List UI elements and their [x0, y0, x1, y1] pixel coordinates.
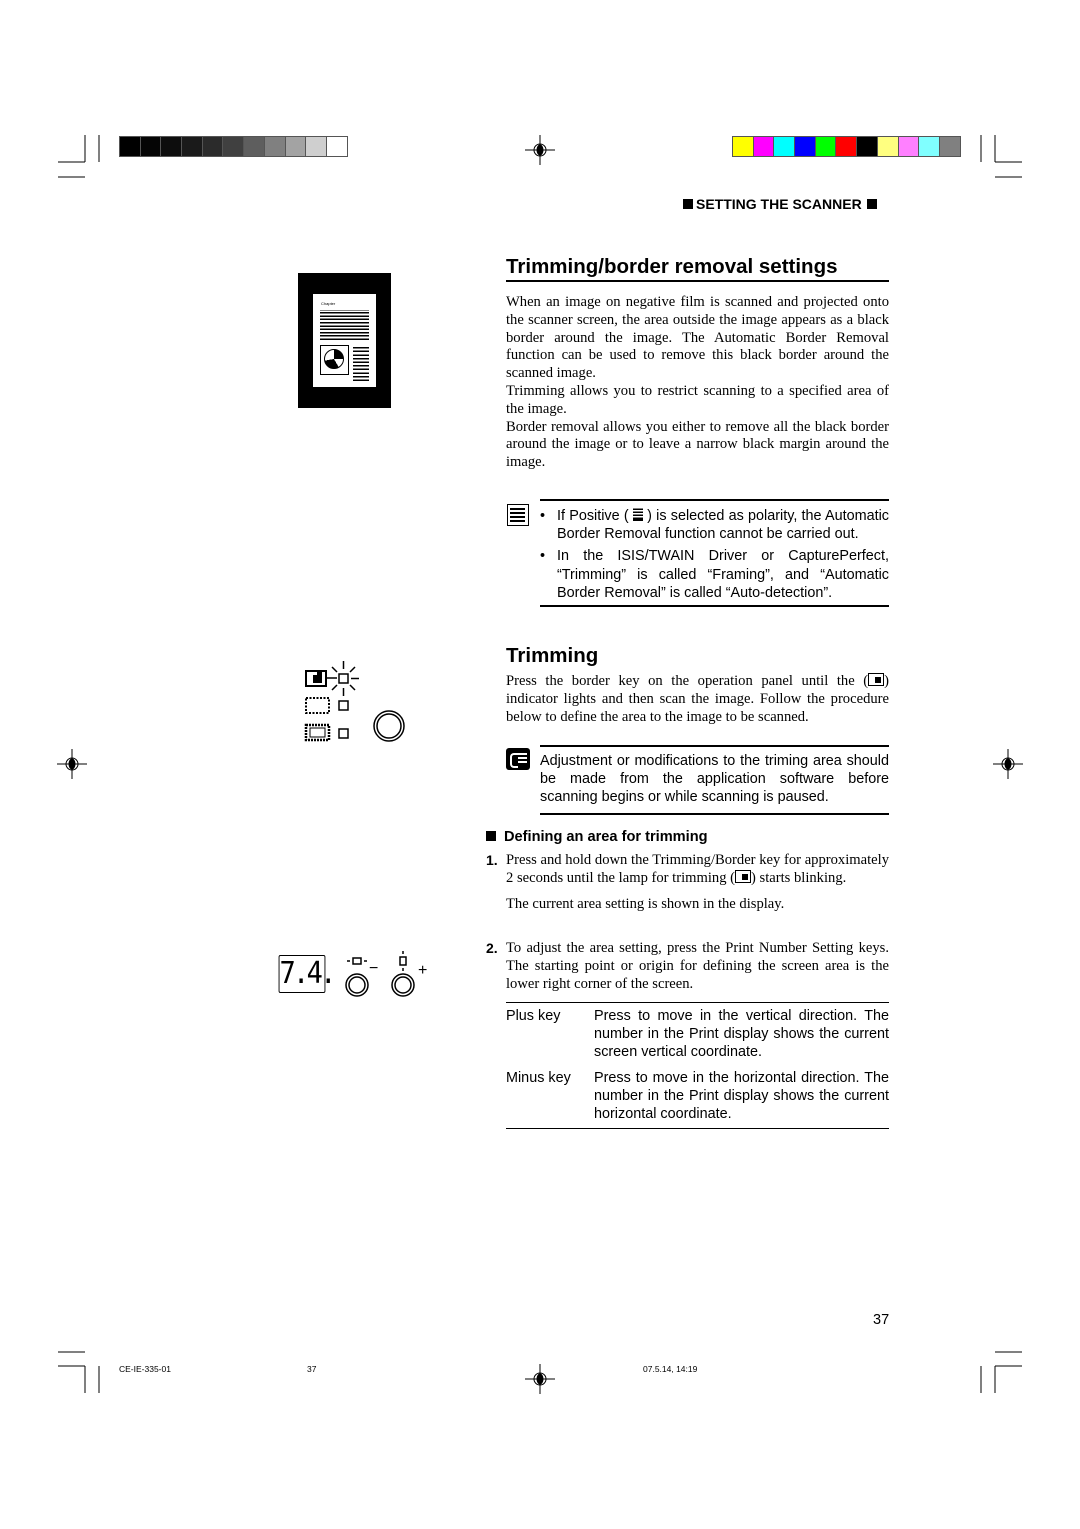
- color-patch: [285, 137, 307, 156]
- color-patch: [182, 137, 203, 156]
- registration-mark-right: [993, 749, 1023, 779]
- key-name: Minus key: [506, 1069, 571, 1086]
- intro-paragraph: Trimming allows you to restrict scanning…: [506, 382, 889, 417]
- square-bullet-icon: [683, 199, 693, 209]
- trimming-lamp-icon: [735, 869, 752, 883]
- color-patch: [795, 137, 816, 156]
- plus-label: +: [418, 962, 428, 979]
- section-header: SETTING THE SCANNER: [683, 196, 877, 212]
- registration-mark-left: [57, 749, 87, 779]
- footer-page: 37: [307, 1364, 317, 1374]
- minus-label: −: [369, 960, 379, 977]
- step-1-sub: The current area setting is shown in the…: [506, 896, 785, 912]
- key-description: Press to move in the vertical direction.…: [594, 1008, 889, 1061]
- color-patch: [898, 137, 920, 156]
- intro-paragraph: Border removal allows you either to remo…: [506, 418, 889, 471]
- color-patch: [306, 137, 327, 156]
- key-name: Plus key: [506, 1008, 561, 1024]
- color-patch: [733, 137, 754, 156]
- color-patch: [857, 137, 878, 156]
- horizontal-arrows-icon: [347, 957, 367, 965]
- grayscale-bar: [119, 136, 348, 157]
- footer-timestamp: 07.5.14, 14:19: [643, 1364, 698, 1374]
- color-patch: [774, 137, 796, 156]
- key-row-plus: Plus key Press to move in the vertical di…: [506, 1007, 889, 1062]
- page-number: 37: [873, 1312, 890, 1328]
- trimming-indicator-icon: [868, 673, 885, 686]
- step-number: 2.: [486, 940, 498, 956]
- step-number: 1.: [486, 852, 498, 868]
- pie-icon: [324, 349, 344, 369]
- color-patch: [836, 137, 858, 156]
- intro-text: When an image on negative film is scanne…: [506, 294, 889, 472]
- color-patch: [919, 137, 940, 156]
- color-patch: [202, 137, 224, 156]
- registration-mark-top: [525, 135, 555, 165]
- note-bullet: In the ISIS/TWAIN Driver or CapturePerfe…: [540, 547, 889, 602]
- document-thumb-label: Chapter: [321, 301, 336, 306]
- footer-code: CE-IE-335-01: [119, 1364, 171, 1374]
- defining-heading: Defining an area for trimming: [486, 829, 708, 845]
- note-icon: [507, 504, 529, 526]
- color-bar: [732, 136, 961, 157]
- color-patch: [140, 137, 162, 156]
- step-1-text: Press and hold down the Trimming/Border …: [506, 852, 889, 886]
- indicator-lamp-blinking: [338, 673, 349, 684]
- section-header-text: SETTING THE SCANNER: [696, 196, 862, 212]
- color-patch: [939, 137, 960, 156]
- color-patch: [120, 137, 141, 156]
- color-patch: [815, 137, 837, 156]
- color-patch: [877, 137, 899, 156]
- color-patch: [161, 137, 183, 156]
- trimming-heading: Trimming: [506, 644, 599, 667]
- caution-box: Adjustment or modifications to the trimi…: [540, 745, 889, 815]
- note-box: If Positive ( ) is selected as polarity,…: [540, 499, 889, 608]
- intro-paragraph: When an image on negative film is scanne…: [506, 294, 889, 382]
- color-patch: [326, 137, 347, 156]
- border-key-panel-figure: [304, 661, 405, 742]
- color-patch: [223, 137, 245, 156]
- key-row-minus: Minus key Press to move in the horizontal…: [506, 1069, 889, 1124]
- color-patch: [264, 137, 286, 156]
- note-bullet: If Positive ( ) is selected as polarity,…: [540, 507, 889, 543]
- page-title: Trimming/border removal settings: [506, 255, 838, 278]
- color-patch: [753, 137, 775, 156]
- title-block: Trimming/border removal settings: [506, 255, 889, 282]
- print-number-display: 7.4.: [278, 955, 336, 993]
- border-key-button: [373, 710, 405, 742]
- positive-polarity-icon: [632, 507, 643, 521]
- square-bullet-icon: [486, 831, 496, 841]
- keys-table: Plus key Press to move in the vertical di…: [506, 1002, 889, 1130]
- square-bullet-icon: [866, 199, 877, 209]
- vertical-arrows-icon: [399, 951, 407, 971]
- step-2-text: To adjust the area setting, press the Pr…: [506, 940, 889, 992]
- caution-icon: [506, 748, 530, 770]
- color-patch: [244, 137, 265, 156]
- registration-mark-bottom: [525, 1364, 555, 1394]
- trimming-body: Press the border key on the operation pa…: [506, 673, 889, 725]
- key-description: Press to move in the horizontal directio…: [594, 1069, 889, 1123]
- black-border-document-figure: Chapter: [298, 273, 391, 408]
